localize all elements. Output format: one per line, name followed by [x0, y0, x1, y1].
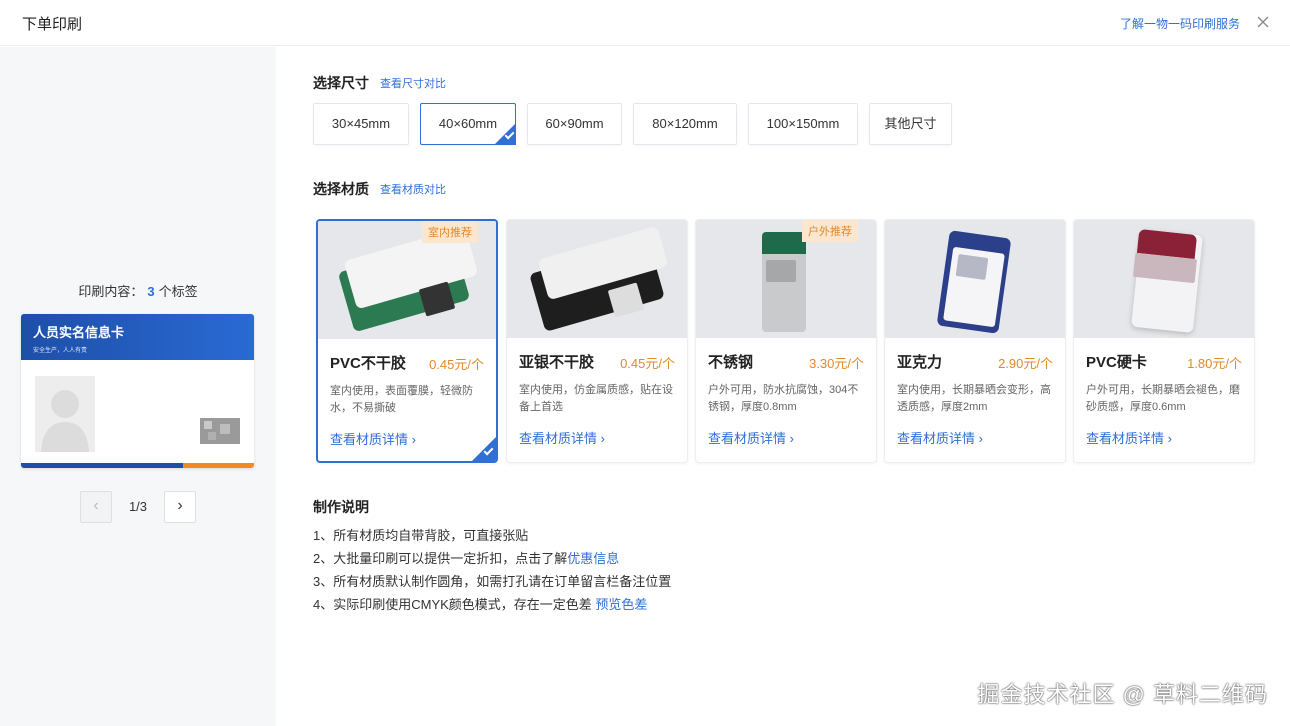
material-description: 户外可用，防水抗腐蚀，304不锈钢，厚度0.8mm [708, 384, 859, 413]
size-option-40x60[interactable]: 40×60mm [420, 103, 516, 145]
material-price: 3.30元/个 [809, 356, 864, 371]
dialog-title: 下单印刷 [22, 16, 83, 33]
material-detail-link[interactable]: 查看材质详情 › [708, 428, 794, 447]
material-price: 0.45元/个 [429, 357, 484, 372]
size-compare-link[interactable]: 查看尺寸对比 [380, 75, 446, 91]
material-description: 室内使用，长期暴晒会变形，高透质感，厚度2mm [897, 384, 1051, 413]
next-page-button[interactable]: › [164, 491, 196, 523]
close-icon[interactable] [1254, 13, 1272, 31]
avatar-placeholder [35, 376, 95, 452]
material-price: 1.80元/个 [1187, 356, 1242, 371]
size-option-30x45[interactable]: 30×45mm [313, 103, 409, 145]
card-header: 人员实名信息卡 安全生产，人人有责 [21, 314, 254, 360]
size-option-100x150[interactable]: 100×150mm [748, 103, 858, 145]
note-item: 4、实际印刷使用CMYK颜色模式，存在一定色差 预览色差 [313, 593, 671, 616]
size-option-custom[interactable]: 其他尺寸 [869, 103, 952, 145]
material-detail-link[interactable]: 查看材质详情 › [330, 429, 416, 448]
recommend-badge: 户外推荐 [802, 220, 858, 242]
material-description: 室内使用，表面覆膜，轻微防水，不易撕破 [330, 385, 473, 414]
watermark-text: 掘金技术社区 @ 草料二维码 [977, 682, 1268, 707]
material-image: 室内推荐 [318, 221, 496, 339]
person-silhouette-icon [41, 390, 89, 452]
material-card-pvc-sticker[interactable]: 室内推荐 PVC不干胶 0.45元/个 室内使用，表面覆膜，轻微防水，不易撕破 … [316, 219, 498, 463]
material-card-stainless-steel[interactable]: 户外推荐 不锈钢 3.30元/个 户外可用，防水抗腐蚀，304不锈钢，厚度0.8… [695, 219, 877, 463]
label-preview-card: 人员实名信息卡 安全生产，人人有责 [21, 314, 254, 468]
count-value: 3 [147, 284, 155, 299]
preview-color-diff-link[interactable]: 预览色差 [595, 597, 647, 612]
production-notes-list: 1、所有材质均自带背胶，可直接张贴 2、大批量印刷可以提供一定折扣，点击了解优惠… [313, 524, 671, 616]
selected-check-icon [472, 437, 496, 461]
material-name: 亚银不干胶 [519, 354, 595, 371]
note-item: 3、所有材质默认制作圆角，如需打孔请在订单留言栏备注位置 [313, 574, 672, 589]
dialog-header: 下单印刷 了解一物一码印刷服务 [0, 0, 1290, 46]
material-name: 亚克力 [897, 354, 943, 371]
size-option-80x120[interactable]: 80×120mm [633, 103, 737, 145]
material-compare-link[interactable]: 查看材质对比 [380, 181, 446, 197]
service-info-link[interactable]: 了解一物一码印刷服务 [1120, 15, 1240, 32]
material-image [1074, 220, 1254, 338]
material-price: 2.90元/个 [998, 356, 1053, 371]
notes-section-title: 制作说明 [313, 499, 369, 515]
material-detail-link[interactable]: 查看材质详情 › [1086, 428, 1172, 447]
note-text: 4、实际印刷使用CMYK颜色模式，存在一定色差 [313, 597, 592, 612]
card-stripe-orange [183, 463, 254, 468]
material-name: PVC硬卡 [1086, 354, 1147, 371]
material-card-pvc-hard-card[interactable]: PVC硬卡 1.80元/个 户外可用，长期暴晒会褪色，磨砂质感，厚度0.6mm … [1073, 219, 1255, 463]
material-image [507, 220, 687, 338]
count-label: 印刷内容： [78, 284, 144, 299]
discount-info-link[interactable]: 优惠信息 [567, 551, 619, 566]
material-image: 户外推荐 [696, 220, 876, 338]
page-indicator: 1/3 [128, 499, 148, 514]
prev-page-button[interactable]: ‹ [80, 491, 112, 523]
print-content-count: 印刷内容： 3 个标签 [0, 281, 276, 300]
material-card-acrylic[interactable]: 亚克力 2.90元/个 室内使用，长期暴晒会变形，高透质感，厚度2mm 查看材质… [884, 219, 1066, 463]
note-text: 2、大批量印刷可以提供一定折扣，点击了解 [313, 551, 568, 566]
material-detail-link[interactable]: 查看材质详情 › [897, 428, 983, 447]
preview-panel: 印刷内容： 3 个标签 人员实名信息卡 安全生产，人人有责 ‹ 1/3 › [0, 47, 276, 726]
material-price: 0.45元/个 [620, 356, 675, 371]
count-suffix: 个标签 [158, 284, 198, 299]
size-section-title: 选择尺寸 [313, 75, 369, 91]
card-subtitle: 安全生产，人人有责 [33, 348, 88, 354]
material-detail-link[interactable]: 查看材质详情 › [519, 428, 605, 447]
size-option-label: 40×60mm [438, 116, 498, 131]
qr-code [200, 418, 240, 454]
selected-check-icon [494, 123, 516, 145]
material-name: 不锈钢 [708, 354, 754, 371]
material-description: 室内使用，仿金属质感，贴在设备上首选 [519, 384, 673, 413]
size-option-60x90[interactable]: 60×90mm [527, 103, 622, 145]
material-name: PVC不干胶 [330, 355, 406, 372]
material-image [885, 220, 1065, 338]
material-section-title: 选择材质 [313, 181, 369, 197]
material-card-silver-sticker[interactable]: 亚银不干胶 0.45元/个 室内使用，仿金属质感，贴在设备上首选 查看材质详情 … [506, 219, 688, 463]
material-description: 户外可用，长期暴晒会褪色，磨砂质感，厚度0.6mm [1086, 384, 1240, 413]
card-title: 人员实名信息卡 [33, 325, 125, 340]
recommend-badge: 室内推荐 [422, 221, 478, 243]
note-item: 1、所有材质均自带背胶，可直接张贴 [313, 528, 529, 543]
note-item: 2、大批量印刷可以提供一定折扣，点击了解优惠信息 [313, 547, 671, 570]
card-stripe-blue [21, 463, 183, 468]
preview-pager: ‹ 1/3 › [80, 491, 196, 523]
